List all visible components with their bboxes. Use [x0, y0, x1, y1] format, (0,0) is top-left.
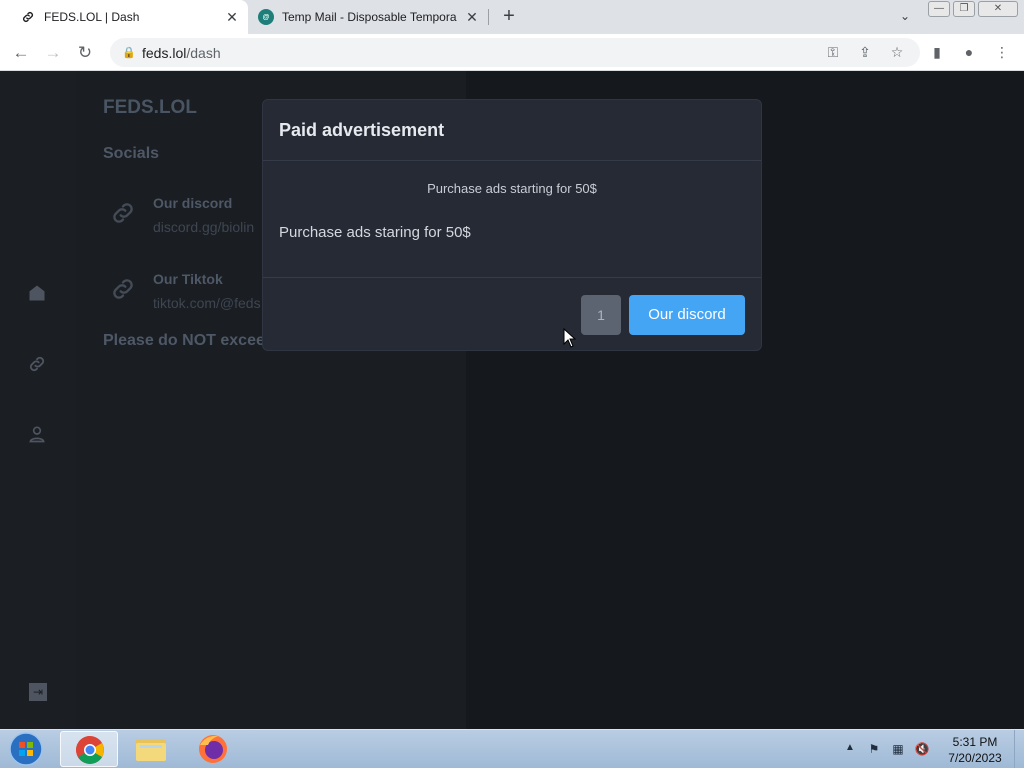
- taskbar-chrome[interactable]: [60, 731, 118, 767]
- link-icon: [109, 275, 137, 303]
- brand-logo-text: FEDS.LOL: [103, 97, 197, 118]
- tray-expand-icon[interactable]: ▲: [845, 742, 855, 753]
- browser-toolbar: ← → ↻ 🔒 feds.lol/dash ⚿ ⇪ ☆ ▮ ● ⋮: [0, 34, 1024, 71]
- side-panel-icon[interactable]: ▮: [927, 42, 947, 62]
- new-tab-button[interactable]: +: [498, 6, 520, 28]
- link-icon: [20, 9, 36, 25]
- modal-header: Paid advertisement: [263, 100, 761, 161]
- tab-temp-mail[interactable]: @ Temp Mail - Disposable Tempora ✕: [250, 0, 488, 34]
- links-icon[interactable]: [26, 354, 48, 376]
- system-clock[interactable]: 5:31 PM 7/20/2023: [940, 734, 1010, 766]
- temp-mail-icon: @: [258, 9, 274, 25]
- os-taskbar: ▲ ⚑ ▦ 🔇 5:31 PM 7/20/2023: [0, 729, 1024, 768]
- start-button[interactable]: [6, 730, 46, 768]
- tab-title: FEDS.LOL | Dash: [44, 10, 140, 24]
- user-icon[interactable]: [26, 424, 48, 446]
- forward-icon[interactable]: →: [42, 42, 64, 64]
- social-url[interactable]: tiktok.com/@feds: [153, 295, 261, 311]
- icon-sidebar: ⇥: [0, 71, 76, 729]
- url-host: feds.lol: [142, 44, 187, 61]
- action-center-icon[interactable]: ⚑: [866, 741, 882, 757]
- notice-text: Please do NOT excee: [103, 332, 265, 349]
- minimize-button[interactable]: —: [928, 1, 950, 17]
- modal-title: Paid advertisement: [279, 120, 445, 140]
- url-path: /dash: [186, 44, 221, 61]
- home-icon[interactable]: [26, 283, 48, 305]
- taskbar-file-explorer[interactable]: [122, 731, 180, 767]
- share-icon[interactable]: ⇪: [855, 42, 875, 62]
- tab-close-icon[interactable]: ✕: [224, 9, 240, 26]
- chrome-icon: [76, 736, 104, 764]
- network-icon[interactable]: ▦: [890, 741, 906, 757]
- reload-icon[interactable]: ↻: [74, 42, 96, 64]
- bookmark-star-icon[interactable]: ☆: [887, 42, 907, 62]
- restore-button[interactable]: ❐: [953, 1, 975, 17]
- modal-footer: 1 Our discord: [263, 277, 761, 350]
- taskbar-firefox[interactable]: [184, 731, 242, 767]
- tab-separator: [488, 9, 489, 25]
- tab-feds-dash[interactable]: FEDS.LOL | Dash ✕: [0, 0, 248, 34]
- browser-tab-strip: FEDS.LOL | Dash ✕ @ Temp Mail - Disposab…: [0, 0, 1024, 34]
- paid-ad-modal: Paid advertisement Purchase ads starting…: [262, 99, 762, 351]
- volume-muted-icon[interactable]: 🔇: [914, 741, 930, 757]
- lock-icon: 🔒: [122, 47, 136, 59]
- firefox-icon: [199, 735, 227, 763]
- tab-search-icon[interactable]: ⌄: [896, 6, 914, 26]
- logout-icon[interactable]: ⇥: [29, 683, 47, 701]
- tab-title: Temp Mail - Disposable Tempora: [282, 10, 457, 24]
- socials-heading: Socials: [103, 145, 160, 162]
- countdown-button[interactable]: 1: [581, 295, 621, 335]
- tab-close-icon[interactable]: ✕: [464, 9, 480, 26]
- social-url[interactable]: discord.gg/biolin: [153, 219, 254, 235]
- our-discord-button[interactable]: Our discord: [629, 295, 745, 335]
- mouse-cursor-icon: [563, 328, 577, 348]
- address-bar[interactable]: 🔒 feds.lol/dash: [110, 38, 920, 67]
- close-window-button[interactable]: ✕: [978, 1, 1018, 17]
- social-title: Our Tiktok: [153, 271, 223, 287]
- key-icon[interactable]: ⚿: [823, 42, 843, 62]
- link-icon: [109, 199, 137, 227]
- modal-subtitle: Purchase ads starting for 50$: [427, 181, 597, 196]
- clock-time: 5:31 PM: [952, 735, 998, 749]
- profile-icon[interactable]: ●: [959, 42, 979, 62]
- modal-body-text: Purchase ads staring for 50$: [279, 224, 471, 241]
- menu-kebab-icon[interactable]: ⋮: [992, 42, 1012, 62]
- back-icon[interactable]: ←: [10, 42, 32, 64]
- folder-icon: [136, 739, 166, 761]
- show-desktop-button[interactable]: [1014, 730, 1024, 768]
- social-title: Our discord: [153, 195, 233, 211]
- clock-date: 7/20/2023: [948, 751, 1002, 765]
